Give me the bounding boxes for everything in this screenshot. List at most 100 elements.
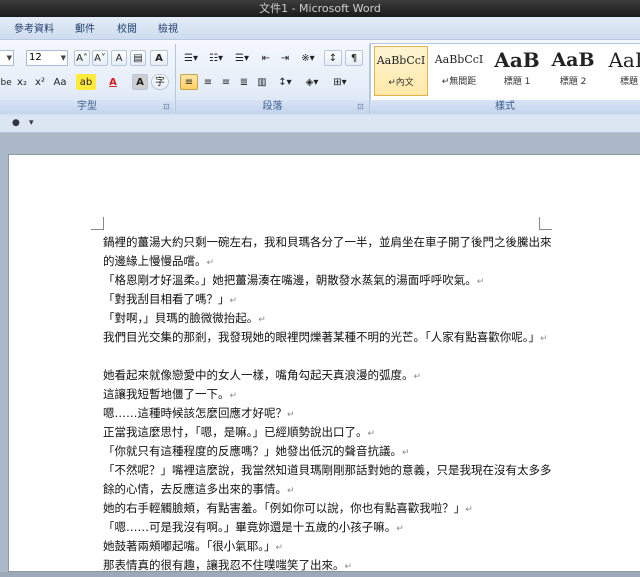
tab-references[interactable]: 參考資料 — [14, 20, 54, 35]
styles-group-label: 樣式 — [370, 100, 640, 114]
font-group-label: 字型 — [0, 100, 174, 114]
chevron-down-icon: ▼ — [6, 54, 12, 62]
decrease-indent-button[interactable]: ⇤ — [258, 50, 274, 66]
line-spacing-button[interactable]: ↕▾ — [274, 74, 296, 90]
bullets-button[interactable]: ☰▾ — [180, 50, 202, 66]
paragraph-text: 正當我這麼思忖，「嗯，是嘛。」已經順勢說出口了。 — [103, 425, 368, 439]
paragraph-dialog-launcher-icon[interactable]: ⊡ — [357, 102, 364, 111]
justify-button[interactable]: ≣ — [236, 74, 252, 90]
paragraph-mark: ↵ — [229, 391, 238, 401]
doc-paragraph: 「格恩剛才好溫柔。」她把薑湯湊在嘴邊，朝散發水蒸氣的湯面呼呼吹氣。↵ — [103, 271, 553, 290]
style-name: ↵內文 — [388, 78, 414, 88]
doc-paragraph: 她鼓著兩頰嘟起嘴。「很小氣耶。」↵ — [103, 537, 553, 556]
margin-corner-mark — [539, 217, 552, 230]
style-name: ↵無間距 — [441, 77, 477, 87]
grow-font-button[interactable]: A˄ — [74, 50, 90, 66]
paragraph-mark: ↵ — [287, 486, 295, 496]
style-name: 標題 1 — [503, 77, 531, 87]
paragraph-text: 她的右手輕觸臉頰，有點害羞。「例如你可以說，你也有點喜歡我啦？」 — [103, 501, 466, 515]
paragraph-text: 「對我刮目相看了嗎？」 — [103, 292, 230, 306]
paragraph-mark: ↵ — [258, 315, 266, 325]
style-sample: AaB — [608, 48, 640, 72]
paragraph-text: 「你就只有這種程度的反應嗎？」她發出低沉的聲音抗議。 — [103, 444, 402, 458]
paragraph-text: 她看起來就像戀愛中的女人一樣，嘴角勾起天真浪漫的弧度。 — [103, 368, 414, 382]
doc-paragraph: 這讓我短暫地僵了一下。↵ — [103, 385, 553, 404]
paragraph-text: 「嗯……可是我沒有啊。」畢竟妳還是十五歲的小孩子嘛。 — [103, 520, 397, 534]
paragraph-mark: ↵ — [367, 429, 376, 439]
paragraph-text: 她鼓著兩頰嘟起嘴。「很小氣耶。」 — [103, 539, 276, 553]
style-heading-2[interactable]: AaB 標題 2 — [546, 46, 600, 96]
window-title: 文件1 - Microsoft Word — [259, 2, 381, 15]
quick-access-bar: ● ▾ — [0, 116, 640, 133]
paragraph-mark: ↵ — [275, 543, 284, 553]
tab-view[interactable]: 檢視 — [158, 20, 178, 35]
multilevel-list-button[interactable]: ☰▾ — [231, 50, 253, 66]
paragraph-group-label: 段落 — [176, 100, 369, 114]
highlight-button[interactable]: ab — [76, 74, 96, 90]
margin-corner-mark — [91, 217, 104, 230]
ribbon: ▼ 12▼ A˄ A˅ A ▤ A abe x₂ x² Aa ab A A 字 … — [0, 39, 640, 117]
paragraph-mark: ↵ — [540, 334, 548, 344]
doc-paragraph: 「你就只有這種程度的反應嗎？」她發出低沉的聲音抗議。↵ — [103, 442, 553, 461]
show-marks-button[interactable]: ¶ — [345, 50, 363, 66]
document-canvas: 鍋裡的薑湯大約只剩一碗左右，我和貝瑪各分了一半，並肩坐在車子開了後門之後騰出來的… — [0, 133, 640, 572]
style-title[interactable]: AaB 標題 — [602, 46, 640, 96]
paragraph-mark: ↵ — [344, 562, 353, 572]
char-shading-button[interactable]: A — [132, 74, 148, 90]
align-center-button[interactable]: ≡ — [200, 74, 216, 90]
paragraph-mark: ↵ — [396, 524, 404, 534]
style-name: 標題 — [619, 77, 638, 87]
font-color-button[interactable]: A — [103, 74, 123, 90]
distributed-button[interactable]: ▥ — [254, 74, 270, 90]
doc-paragraph: 「對我刮目相看了嗎？」↵ — [103, 290, 553, 309]
paragraph-mark: ↵ — [402, 448, 410, 458]
window-title-bar: 文件1 - Microsoft Word — [0, 0, 640, 17]
char-border-button[interactable]: A — [150, 50, 168, 66]
styles-gallery: AaBbCcI ↵內文 AaBbCcI ↵無間距 AaB 標題 1 AaB 標題… — [370, 43, 640, 101]
paragraph-text: 鍋裡的薑湯大約只剩一碗左右，我和貝瑪各分了一半，並肩坐在車子開了後門之後騰出來的… — [103, 235, 552, 268]
change-case-button[interactable]: Aa — [50, 74, 70, 90]
shading-button[interactable]: ◈▾ — [301, 74, 323, 90]
doc-paragraph: 「嗯……可是我沒有啊。」畢竟妳還是十五歲的小孩子嘛。↵ — [103, 518, 553, 537]
doc-paragraph: 我們目光交集的那剎，我發現她的眼裡閃爍著某種不明的光芒。「人家有點喜歡你呢。」↵ — [103, 328, 553, 366]
paragraph-text: 這讓我短暫地僵了一下。 — [103, 387, 230, 401]
align-left-button[interactable]: ≡ — [180, 74, 198, 90]
doc-paragraph: 那表情真的很有趣，讓我忍不住噗嗤笑了出來。↵ — [103, 556, 553, 575]
subscript-button[interactable]: x₂ — [14, 74, 30, 90]
sort-button[interactable]: ↕ — [324, 50, 342, 66]
bullet-icon[interactable]: ● — [12, 118, 20, 128]
customize-arrow-icon[interactable]: ▾ — [29, 118, 34, 128]
style-heading-1[interactable]: AaB 標題 1 — [490, 46, 544, 96]
phonetic-guide-button[interactable]: ▤ — [130, 50, 146, 66]
paragraph-text: 嗯……這種時候該怎麼回應才好呢？ — [103, 406, 287, 420]
paragraph-text: 「不然呢？」嘴裡這麼說，我當然知道貝瑪剛剛那話對她的意義，只是我現在沒有太多多餘… — [103, 463, 552, 496]
doc-paragraph: 正當我這麼思忖，「嗯，是嘛。」已經順勢說出口了。↵ — [103, 423, 553, 442]
asian-layout-button[interactable]: ※▾ — [297, 50, 319, 66]
paragraph-text: 我們目光交集的那剎，我發現她的眼裡閃爍著某種不明的光芒。「人家有點喜歡你呢。」 — [103, 330, 540, 344]
shrink-font-button[interactable]: A˅ — [92, 50, 108, 66]
document-body[interactable]: 鍋裡的薑湯大約只剩一碗左右，我和貝瑪各分了一半，並肩坐在車子開了後門之後騰出來的… — [103, 233, 553, 575]
font-dialog-launcher-icon[interactable]: ⊡ — [163, 102, 170, 111]
style-sample: AaBbCcI — [376, 54, 426, 67]
superscript-button[interactable]: x² — [32, 74, 48, 90]
tab-mailings[interactable]: 郵件 — [75, 20, 95, 35]
font-name-combo[interactable]: ▼ — [0, 50, 14, 66]
ribbon-tab-bar: 參考資料 郵件 校閱 檢視 — [0, 17, 640, 39]
doc-paragraph: 她看起來就像戀愛中的女人一樣，嘴角勾起天真浪漫的弧度。↵ — [103, 366, 553, 385]
tab-review[interactable]: 校閱 — [117, 20, 137, 35]
document-page[interactable]: 鍋裡的薑湯大約只剩一碗左右，我和貝瑪各分了一半，並肩坐在車子開了後門之後騰出來的… — [8, 154, 640, 572]
doc-paragraph: 她的右手輕觸臉頰，有點害羞。「例如你可以說，你也有點喜歡我啦？」↵ — [103, 499, 553, 518]
style-sample: AaB — [494, 48, 540, 72]
paragraph-mark: ↵ — [413, 372, 422, 382]
style-no-spacing[interactable]: AaBbCcI ↵無間距 — [432, 46, 486, 96]
align-right-button[interactable]: ≡ — [218, 74, 234, 90]
strikethrough-button[interactable]: abe — [0, 74, 12, 90]
borders-button[interactable]: ⊞▾ — [329, 74, 351, 90]
paragraph-mark: ↵ — [206, 258, 215, 268]
style-normal[interactable]: AaBbCcI ↵內文 — [374, 46, 428, 96]
enclose-char-button[interactable]: 字 — [151, 74, 169, 90]
clear-format-button[interactable]: A — [111, 50, 127, 66]
numbering-button[interactable]: ☷▾ — [205, 50, 227, 66]
font-size-combo[interactable]: 12 ▼ — [26, 50, 68, 66]
increase-indent-button[interactable]: ⇥ — [277, 50, 293, 66]
